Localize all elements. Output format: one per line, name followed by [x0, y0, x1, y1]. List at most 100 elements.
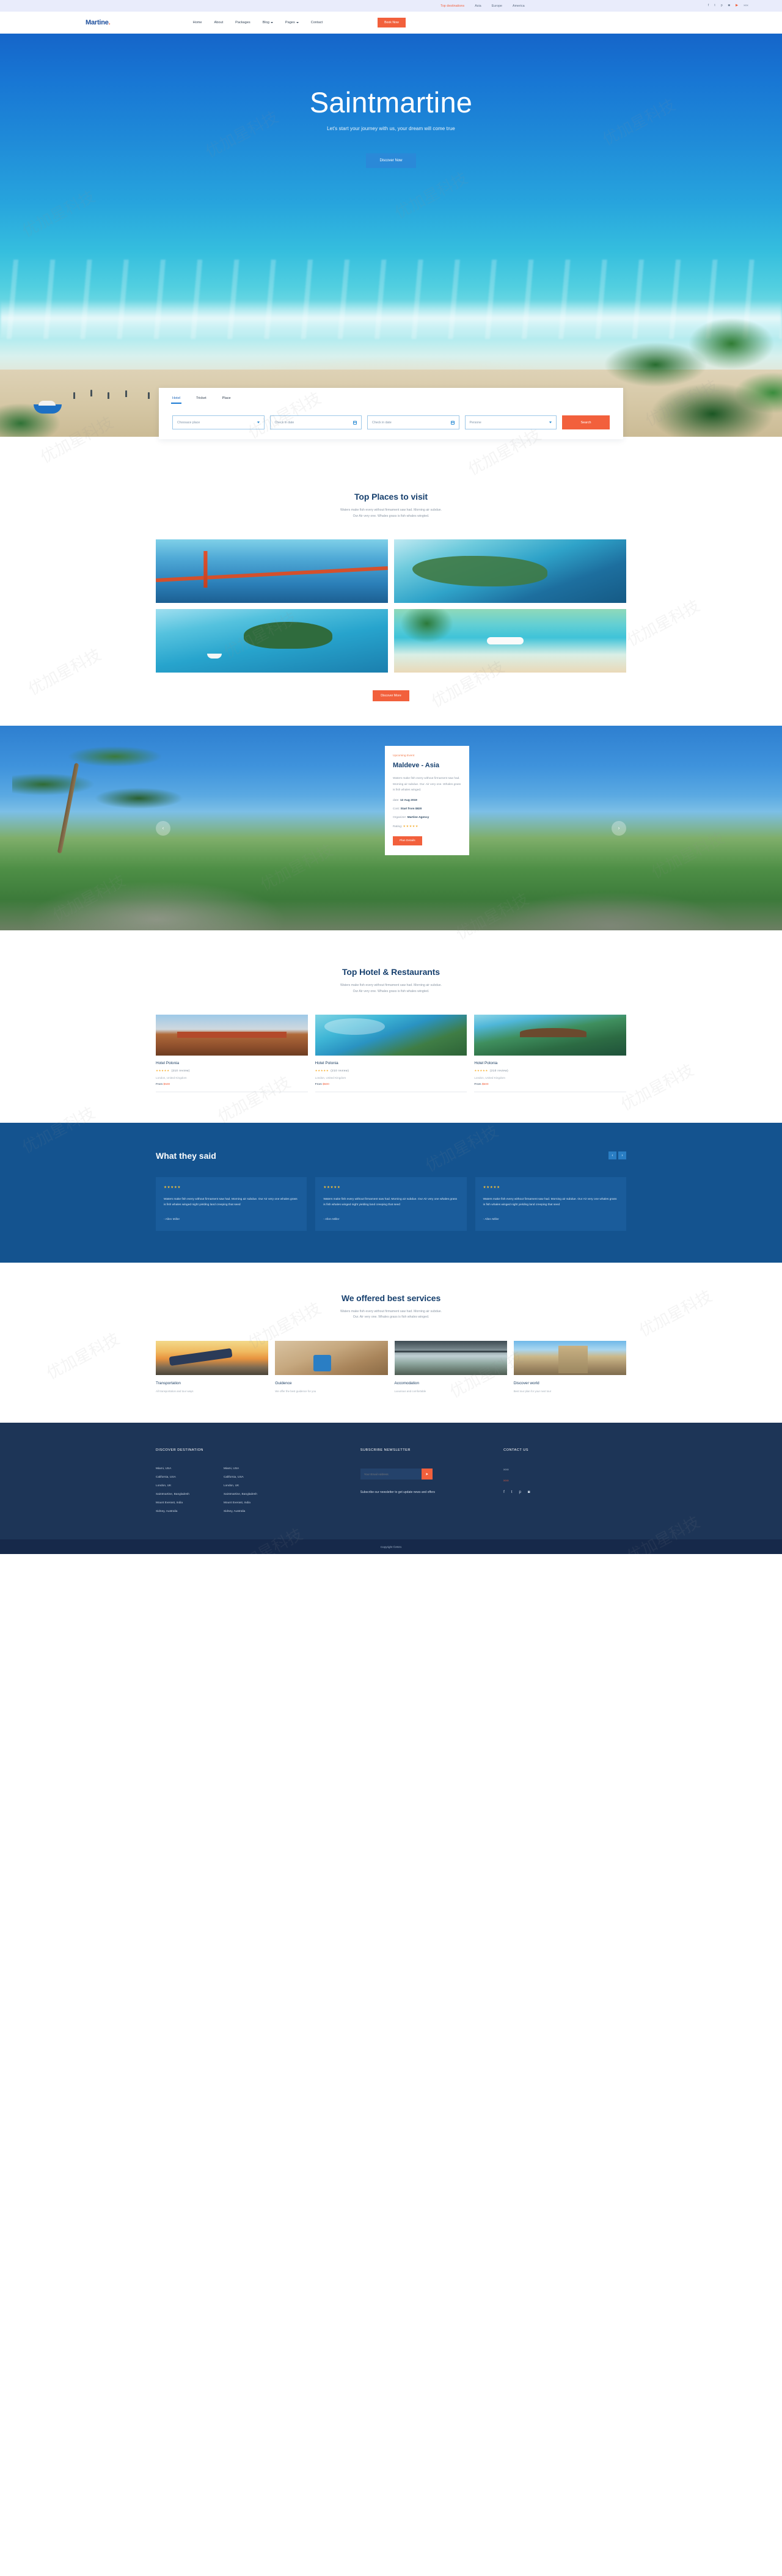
list-item[interactable]: Sidney, Australia	[224, 1510, 257, 1513]
nav-item-about[interactable]: About	[214, 21, 224, 24]
newsletter-form: ➤	[360, 1469, 433, 1480]
place-select[interactable]: Choosace place	[172, 415, 265, 429]
hotel-location: London, United Kingdom	[474, 1076, 505, 1079]
service-card-discover-world[interactable]: Discover world Best tour plan for your n…	[513, 1340, 626, 1393]
service-card-accomodation[interactable]: Accomodation Luxurious and comfortable	[394, 1340, 507, 1393]
hotels-grid: Hotel Polonia ★★★★★ (210 review) London, …	[156, 1014, 626, 1092]
topbar-link-europe[interactable]: Europe	[492, 4, 502, 8]
checkout-date-value: Check in date	[372, 420, 392, 425]
nav-item-home[interactable]: Home	[193, 21, 202, 24]
nav-item-pages[interactable]: Pages	[285, 21, 299, 24]
tab-hotel[interactable]: Hotel	[170, 396, 182, 404]
testimonial-author: - Allen Miller	[164, 1217, 180, 1221]
list-item[interactable]: California, USA	[156, 1476, 189, 1479]
service-card-guidence[interactable]: Guidence We offer the best guidence for …	[275, 1340, 388, 1393]
services-desc-line1: Waters make fish every without firmament…	[340, 1309, 442, 1313]
service-card-transportation[interactable]: Transportation All transportation and to…	[156, 1340, 269, 1393]
twitter-icon[interactable]: t	[511, 1491, 513, 1494]
place-card-beach-seaplane[interactable]	[394, 609, 626, 673]
hotel-price-value: $500	[481, 1082, 489, 1086]
testimonial-author: - Allen Miller	[483, 1217, 499, 1221]
palm-tree-icon	[12, 738, 183, 855]
hotel-card[interactable]: Hotel Polonia ★★★★★ (210 review) London, …	[474, 1014, 626, 1092]
hotel-card[interactable]: Hotel Polonia ★★★★★ (210 review) London, …	[156, 1014, 308, 1092]
footer-col-contact: CONTACT US xxx xxx f t p ◙	[503, 1448, 626, 1519]
services-title: We offered best services	[341, 1293, 441, 1303]
list-item[interactable]: Saintmartine, Bangladesh	[224, 1493, 257, 1496]
top-places-header: Top Places to visit Waters make fish eve…	[156, 492, 626, 519]
list-item[interactable]: Miami, USA	[224, 1467, 257, 1470]
list-item[interactable]: California, USA	[224, 1476, 257, 1479]
tab-tricket[interactable]: Tricket	[196, 396, 206, 404]
newsletter-email-input[interactable]	[360, 1469, 422, 1480]
discover-more-button[interactable]: Discover More	[373, 690, 409, 702]
nav-item-packages[interactable]: Packages	[235, 21, 250, 24]
event-next-arrow[interactable]: ›	[612, 820, 626, 836]
top-places-section: Top Places to visit Waters make fish eve…	[0, 437, 782, 726]
hero-section: Saintmartine Let's start your journey wi…	[0, 34, 782, 437]
twitter-icon[interactable]: t	[714, 4, 715, 7]
instagram-icon[interactable]: ◙	[528, 1491, 530, 1494]
services-desc-line2: Our. Air very one. Whales grass is fish …	[353, 1315, 429, 1319]
footer-destination-list-a: Miami, USA California, USA London, UK Sa…	[156, 1467, 189, 1519]
hotel-price-value: $500	[323, 1082, 329, 1086]
top-places-desc: Waters make fish every without firmament…	[156, 508, 626, 519]
search-button[interactable]: Search	[562, 415, 610, 429]
service-title: Discover world	[513, 1381, 539, 1385]
list-item[interactable]: Saintmartine, Bangladesh	[156, 1493, 189, 1496]
event-cost: Cost: Start from $820	[393, 808, 461, 811]
event-prev-arrow[interactable]: ‹	[156, 820, 170, 836]
site-footer: DISCOVER DESTINATION Miami, USA Californ…	[0, 1423, 782, 1540]
hotel-price-prefix: From	[156, 1082, 163, 1086]
hotel-price-value: $500	[163, 1082, 170, 1086]
calendar-icon	[353, 420, 357, 425]
chevron-down-icon	[296, 22, 299, 23]
star-rating-icon: ★★★★★	[315, 1068, 329, 1072]
checkin-date-input[interactable]: Check in date	[269, 415, 362, 429]
person-select[interactable]: Persone	[464, 415, 557, 429]
topbar-link-america[interactable]: America	[513, 4, 525, 8]
newsletter-submit-button[interactable]: ➤	[421, 1469, 433, 1480]
hotel-card[interactable]: Hotel Polonia ★★★★★ (210 review) London, …	[315, 1014, 467, 1092]
site-logo[interactable]: Martine.	[86, 19, 111, 26]
nav-item-blog[interactable]: Blog	[263, 21, 273, 24]
list-item[interactable]: London, UK	[156, 1484, 189, 1487]
testimonials-prev-button[interactable]: ‹	[608, 1151, 616, 1159]
event-date-value: 12 Aug 2019	[400, 799, 417, 803]
pinterest-icon[interactable]: p	[721, 4, 723, 7]
services-desc: Waters make fish every without firmament…	[156, 1309, 626, 1321]
youtube-icon[interactable]: ▶	[736, 4, 738, 7]
place-card-island-boat[interactable]	[156, 609, 388, 673]
tab-place[interactable]: Place	[222, 396, 231, 404]
facebook-icon[interactable]: f	[708, 4, 709, 7]
event-organizer-label: Organizer:	[393, 816, 407, 820]
list-item[interactable]: Mount Everast, India	[224, 1501, 257, 1505]
pinterest-icon[interactable]: p	[519, 1491, 521, 1494]
hero-subtitle: Let's start your journey with us, your d…	[327, 126, 455, 132]
place-card-coastal-island[interactable]	[394, 539, 626, 604]
list-item[interactable]: Mount Everast, India	[156, 1501, 189, 1505]
chevron-down-icon	[270, 22, 273, 23]
list-item[interactable]: Miami, USA	[156, 1467, 189, 1470]
list-item[interactable]: Sidney, Australia	[156, 1510, 189, 1513]
chevron-down-icon	[549, 421, 552, 423]
facebook-icon[interactable]: f	[503, 1491, 505, 1494]
top-hotels-desc-line1: Waters make fish every without firmament…	[340, 983, 442, 988]
nav-item-contact-label: Contact	[310, 21, 323, 24]
topbar-link-asia[interactable]: Asia	[475, 4, 481, 8]
nav-item-pages-label: Pages	[285, 21, 295, 24]
book-now-button[interactable]: Book Now	[378, 18, 406, 27]
place-card-golden-gate-bridge[interactable]	[156, 539, 388, 604]
discover-now-button[interactable]: Discover Now	[366, 153, 416, 169]
plan-details-button[interactable]: Plan Details	[393, 836, 422, 846]
testimonials-next-button[interactable]: ›	[618, 1151, 626, 1159]
instagram-icon[interactable]: ◙	[728, 4, 730, 7]
star-rating-icon: ★★★★★	[164, 1185, 181, 1189]
topbar-link-top-destinations[interactable]: Top destinations	[440, 4, 464, 8]
nav-item-contact[interactable]: Contact	[311, 21, 323, 24]
checkout-date-input[interactable]: Check in date	[367, 415, 459, 429]
hotel-image	[474, 1014, 626, 1056]
list-item[interactable]: London, UK	[224, 1484, 257, 1487]
service-image	[394, 1340, 507, 1375]
top-hotels-desc-line2: Our Air very one. Whales grass is fish w…	[353, 989, 429, 993]
